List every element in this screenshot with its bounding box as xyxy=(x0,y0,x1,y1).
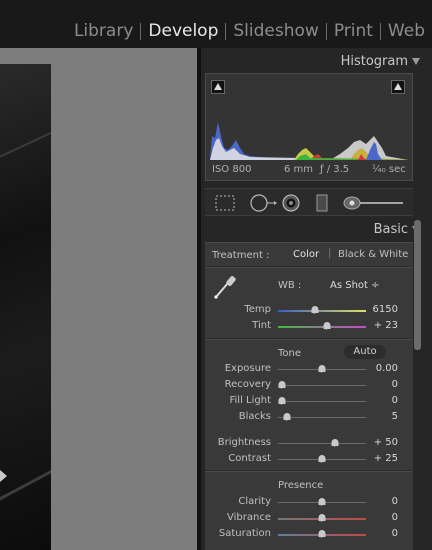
tool-strip xyxy=(205,188,413,216)
blacks-label: Blacks xyxy=(238,411,271,422)
exif-iso: ISO 800 xyxy=(212,164,252,175)
module-picker: Library Develop Slideshow Print Web xyxy=(67,18,432,44)
contrast-slider-thumb[interactable] xyxy=(318,455,326,463)
fill-light-value[interactable]: 0 xyxy=(358,395,398,406)
exposure-slider-thumb[interactable] xyxy=(318,365,326,373)
recovery-slider-track[interactable] xyxy=(278,385,366,386)
shadow-clipping-toggle[interactable] xyxy=(211,80,225,94)
tint-label: Tint xyxy=(252,320,271,331)
blacks-value[interactable]: 5 xyxy=(358,411,398,422)
white-balance-eyedropper-icon[interactable] xyxy=(210,272,240,302)
presence-label: Presence xyxy=(278,480,324,491)
clarity-label: Clarity xyxy=(238,496,271,507)
exposure-label: Exposure xyxy=(224,363,271,374)
temp-value[interactable]: 6150 xyxy=(358,304,398,315)
saturation-value[interactable]: 0 xyxy=(358,528,398,539)
module-web[interactable]: Web xyxy=(381,21,432,41)
recovery-value[interactable]: 0 xyxy=(358,379,398,390)
section-divider xyxy=(205,339,413,340)
panel-scrollbar[interactable] xyxy=(414,220,421,350)
treatment-color-option[interactable]: Color xyxy=(293,249,319,260)
contrast-label: Contrast xyxy=(228,453,271,464)
fill-light-slider-track[interactable] xyxy=(278,401,366,402)
brightness-slider-thumb[interactable] xyxy=(331,439,339,447)
vibrance-slider-thumb[interactable] xyxy=(318,514,326,522)
temp-slider-thumb[interactable] xyxy=(311,306,319,314)
section-divider xyxy=(205,471,413,472)
vibrance-value[interactable]: 0 xyxy=(358,512,398,523)
recovery-label: Recovery xyxy=(224,379,271,390)
clarity-value[interactable]: 0 xyxy=(358,496,398,507)
histogram-header[interactable]: Histogram xyxy=(341,54,408,69)
photo-highlight xyxy=(0,470,7,482)
wb-label: WB : xyxy=(278,280,302,291)
highlight-clipping-toggle[interactable] xyxy=(391,80,405,94)
treatment-bw-option[interactable]: Black & White xyxy=(338,249,408,260)
blacks-slider-track[interactable] xyxy=(278,417,366,418)
histogram[interactable]: ISO 800 6 mm ƒ / 3.5 ¹⁄₄₀ sec xyxy=(205,73,413,181)
module-library[interactable]: Library xyxy=(67,21,140,41)
fill-light-slider-thumb[interactable] xyxy=(278,397,286,405)
clarity-slider-thumb[interactable] xyxy=(318,498,326,506)
auto-tone-button[interactable]: Auto xyxy=(344,345,386,359)
exif-aperture: ƒ / 3.5 xyxy=(320,164,350,175)
saturation-slider-thumb[interactable] xyxy=(318,530,326,538)
photo-work-area[interactable] xyxy=(0,48,197,550)
brightness-value[interactable]: + 50 xyxy=(358,437,398,448)
photo-preview[interactable] xyxy=(0,64,51,550)
brightness-label: Brightness xyxy=(217,437,271,448)
adjustment-brush-icon[interactable] xyxy=(341,193,405,213)
tint-slider-track[interactable] xyxy=(278,326,366,328)
saturation-label: Saturation xyxy=(218,528,271,539)
histogram-graph xyxy=(210,122,408,160)
recovery-slider-thumb[interactable] xyxy=(278,381,286,389)
module-develop[interactable]: Develop xyxy=(141,21,225,41)
crop-overlay-icon[interactable] xyxy=(213,193,237,213)
histogram-collapse-icon[interactable] xyxy=(412,58,420,65)
module-picker-bar: Library Develop Slideshow Print Web xyxy=(0,0,432,48)
fill-light-label: Fill Light xyxy=(229,395,272,406)
graduated-filter-icon[interactable] xyxy=(313,193,331,213)
brightness-slider-track[interactable] xyxy=(278,443,366,444)
treatment-label: Treatment : xyxy=(212,250,270,261)
exif-shutter: ¹⁄₄₀ sec xyxy=(372,164,406,175)
tint-value[interactable]: + 23 xyxy=(358,320,398,331)
tint-slider-thumb[interactable] xyxy=(323,322,331,330)
module-slideshow[interactable]: Slideshow xyxy=(226,21,325,41)
module-print[interactable]: Print xyxy=(327,21,380,41)
red-eye-icon[interactable] xyxy=(279,193,303,213)
temp-slider-track[interactable] xyxy=(278,310,366,312)
exif-focal-length: 6 mm xyxy=(284,164,314,175)
wb-preset-select[interactable]: As Shot ÷ xyxy=(330,280,380,291)
vibrance-label: Vibrance xyxy=(227,512,271,523)
section-divider xyxy=(205,267,413,268)
temp-label: Temp xyxy=(244,304,271,315)
exposure-value[interactable]: 0.00 xyxy=(358,363,398,374)
blacks-slider-thumb[interactable] xyxy=(283,413,291,421)
treatment-divider: | xyxy=(328,248,332,259)
basic-header[interactable]: Basic xyxy=(374,222,408,237)
contrast-value[interactable]: + 25 xyxy=(358,453,398,464)
tone-label: Tone xyxy=(278,348,302,359)
spot-removal-icon[interactable] xyxy=(247,193,277,213)
